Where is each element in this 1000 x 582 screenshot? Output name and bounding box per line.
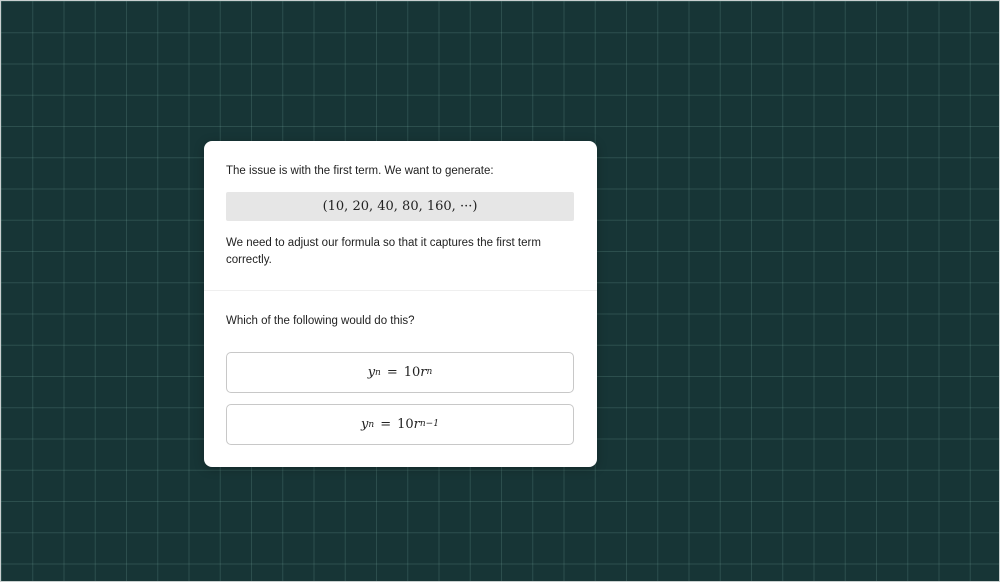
formula-subscript: n bbox=[368, 419, 375, 430]
formula-equals: = bbox=[386, 365, 398, 380]
question-text: Which of the following would do this? bbox=[226, 315, 415, 327]
sequence-display: (10, 20, 40, 80, 160, ···) bbox=[226, 192, 574, 221]
formula-equals: = bbox=[380, 417, 392, 432]
formula-exponent: n bbox=[426, 366, 433, 377]
formula-exponent: n−1 bbox=[419, 418, 439, 429]
grid-background: The issue is with the first term. We wan… bbox=[0, 0, 1000, 582]
lesson-card: The issue is with the first term. We wan… bbox=[204, 141, 597, 467]
adjust-text: We need to adjust our formula so that it… bbox=[226, 237, 541, 266]
intro-text: The issue is with the first term. We wan… bbox=[226, 165, 494, 177]
formula-coefficient: 10 bbox=[403, 365, 421, 380]
divider bbox=[204, 290, 597, 291]
answer-choice-2[interactable]: yn = 10 r n−1 bbox=[226, 404, 574, 445]
formula-var: y bbox=[367, 365, 376, 380]
formula-var: y bbox=[361, 417, 369, 432]
formula-subscript: n bbox=[375, 367, 381, 378]
formula-coefficient: 10 bbox=[397, 417, 414, 432]
answer-choice-1[interactable]: yn = 10 r n bbox=[226, 352, 574, 393]
